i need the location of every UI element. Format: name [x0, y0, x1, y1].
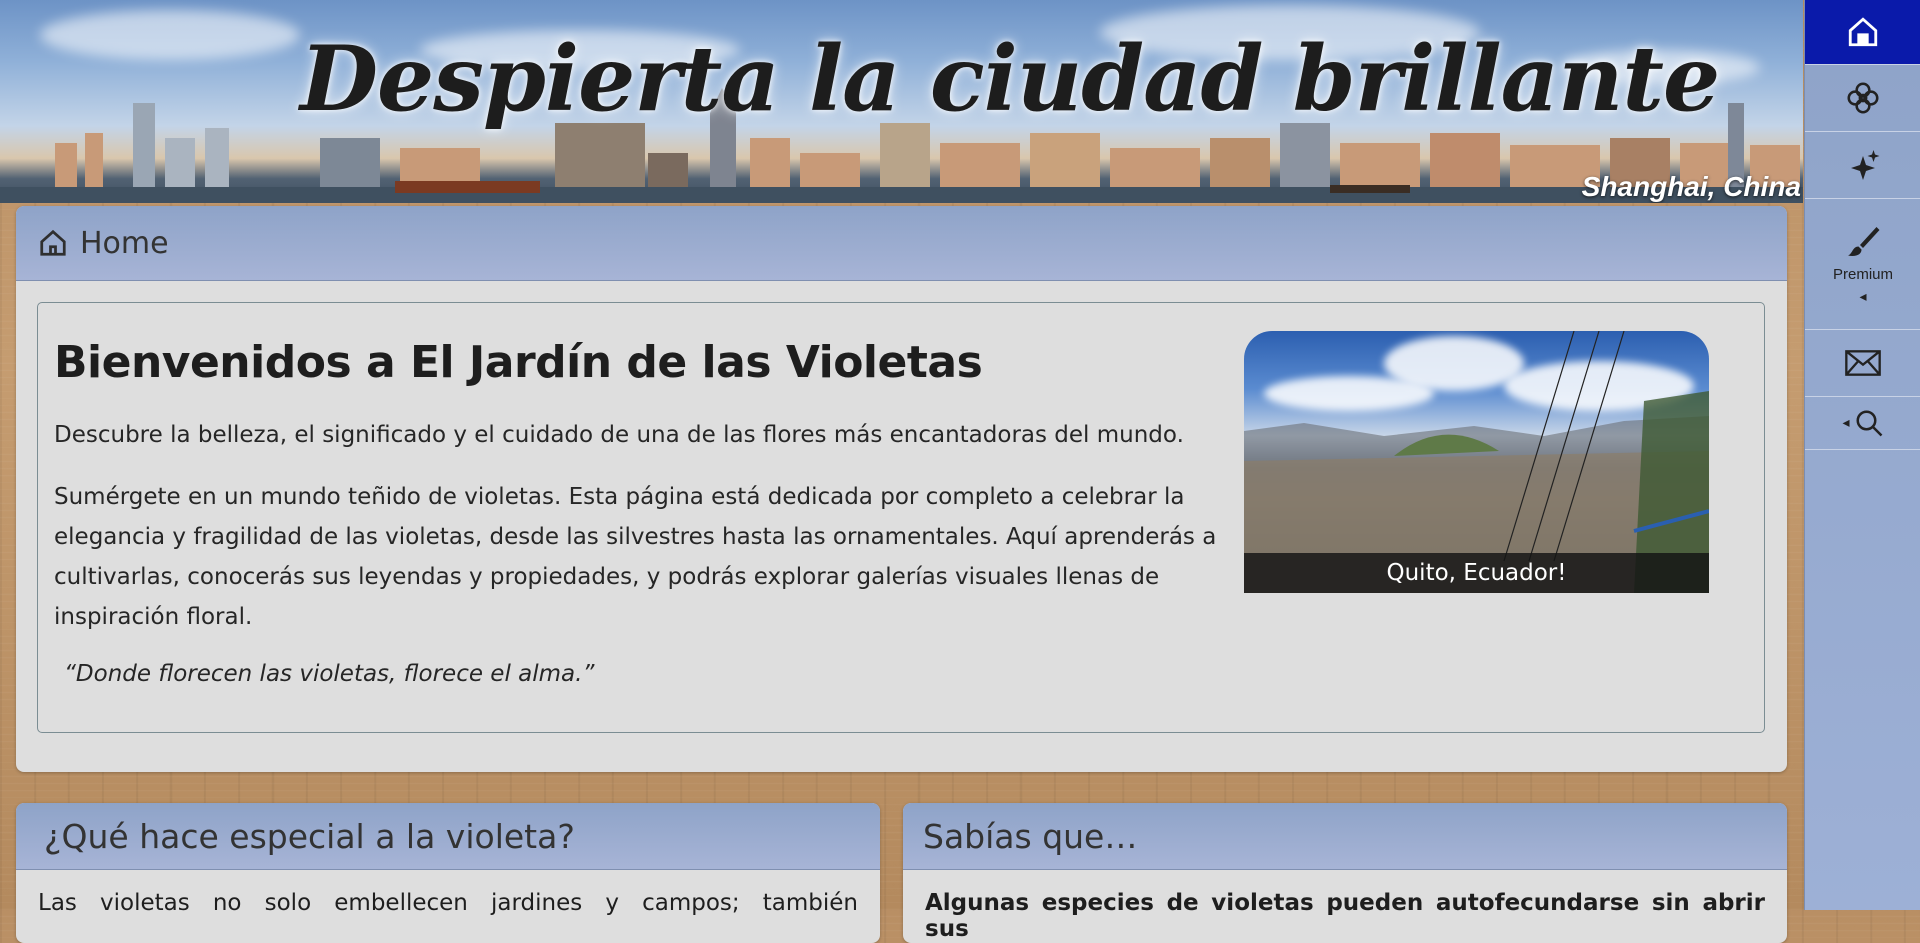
home-panel-title: Home [80, 225, 169, 261]
special-violet-header: ¿Qué hace especial a la violeta? [16, 803, 880, 870]
flower-icon [1847, 82, 1879, 114]
special-violet-panel: ¿Qué hace especial a la violeta? Las vio… [16, 803, 880, 943]
nav-flower-button[interactable] [1805, 65, 1920, 132]
nav-contact-button[interactable] [1805, 330, 1920, 397]
nav-search-button[interactable]: ◂ [1805, 397, 1920, 450]
home-panel: Home Bienvenidos a El Jardín de las Viol… [16, 206, 1787, 772]
special-violet-text: Las violetas no solo embellecen jardines… [38, 890, 858, 916]
did-you-know-header: Sabías que… [903, 803, 1787, 870]
caret-left-icon: ◂ [1842, 415, 1850, 431]
nav-premium-button[interactable]: Premium ◂ [1805, 199, 1920, 330]
did-you-know-text: Algunas especies de violetas pueden auto… [925, 890, 1765, 942]
search-icon [1856, 410, 1882, 437]
did-you-know-title: Sabías que… [923, 816, 1138, 856]
banner-caption: Shanghai, China [1581, 171, 1801, 202]
right-sidebar-nav: Premium ◂ ◂ [1804, 0, 1920, 910]
welcome-box: Bienvenidos a El Jardín de las Violetas … [37, 302, 1765, 733]
brush-icon [1848, 226, 1880, 256]
banner-title: Despierta la ciudad brillante [300, 26, 1720, 132]
quito-photo: Quito, Ecuador! [1244, 331, 1709, 593]
did-you-know-panel: Sabías que… Algunas especies de violetas… [903, 803, 1787, 943]
premium-label: Premium [1832, 265, 1893, 283]
home-panel-header: Home [16, 206, 1787, 281]
sparkles-icon [1851, 150, 1880, 180]
mail-icon [1845, 350, 1881, 376]
welcome-quote: “Donde florecen las violetas, florece el… [64, 661, 595, 687]
special-violet-title: ¿Qué hace especial a la violeta? [44, 816, 575, 856]
nav-sparkles-button[interactable] [1805, 132, 1920, 199]
nav-home-button[interactable] [1805, 0, 1920, 65]
photo-caption: Quito, Ecuador! [1244, 553, 1709, 593]
banner-cloud [40, 10, 300, 60]
header-banner: Despierta la ciudad brillante Shanghai, … [0, 0, 1803, 203]
home-icon [1848, 17, 1878, 47]
welcome-lead: Descubre la belleza, el significado y el… [54, 422, 1184, 448]
caret-left-icon: ◂ [1859, 288, 1867, 305]
welcome-body: Sumérgete en un mundo teñido de violetas… [54, 484, 1217, 630]
page-title: Bienvenidos a El Jardín de las Violetas [54, 337, 983, 388]
home-icon [40, 229, 66, 256]
